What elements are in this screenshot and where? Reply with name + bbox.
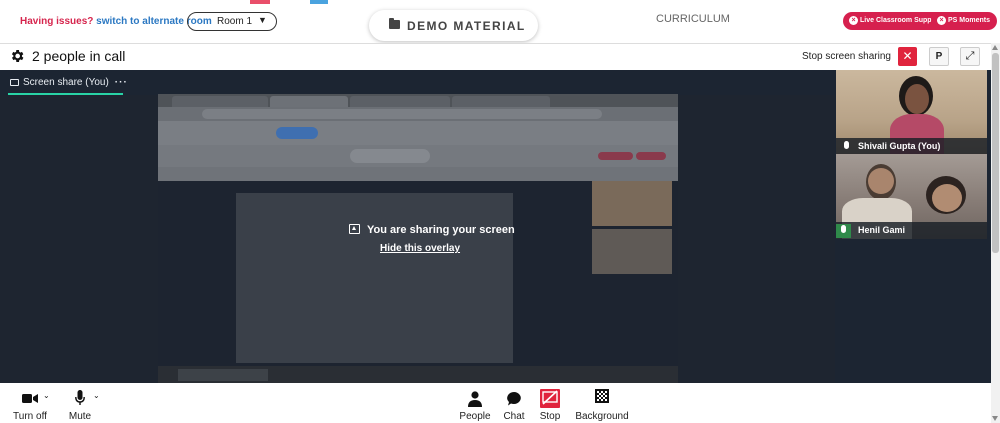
issue-prefix: Having issues? — [20, 16, 94, 27]
participant-name-label: Henil Gami — [836, 222, 987, 239]
scroll-down-arrow-icon[interactable] — [992, 416, 998, 421]
brand-stripes — [250, 0, 330, 4]
scrollbar-thumb[interactable] — [992, 53, 999, 253]
stop-label: Stop — [539, 411, 561, 422]
video-camera-icon — [22, 394, 38, 403]
microphone-icon — [75, 390, 85, 405]
close-icon: ✕ — [902, 49, 913, 63]
bottom-toolbar: ⌄ Turn off ⌄ Mute People Chat Stop Backg… — [0, 383, 995, 423]
shared-screen-preview: You are sharing your screen Hide this ov… — [158, 94, 678, 384]
screen-share-tab[interactable]: Screen share (You) ··· — [10, 77, 128, 88]
participant-name-label: Shivali Gupta (You) — [836, 138, 987, 155]
stop-screen-sharing-label: Stop screen sharing — [802, 51, 891, 62]
monitor-icon — [10, 79, 19, 86]
fullscreen-button[interactable]: ⤢ — [960, 47, 980, 66]
participant-tile[interactable]: Shivali Gupta (You) — [836, 70, 987, 155]
room-select-value: Room 1 — [217, 16, 253, 27]
live-support-label: Live Classroom Support — [860, 17, 941, 24]
chevron-down-icon[interactable]: ⌄ — [93, 391, 100, 400]
participant-name: Henil Gami — [858, 225, 906, 235]
screen-upload-icon — [349, 224, 360, 234]
settings-gear-icon[interactable] — [9, 48, 25, 64]
mute-button[interactable]: ⌄ Mute — [62, 383, 100, 423]
expand-icon: ⤢ — [965, 50, 975, 62]
demo-material-button[interactable]: DEMO MATERIAL — [369, 10, 538, 41]
page-scrollbar[interactable] — [991, 43, 1000, 423]
caret-down-icon: ▼ — [258, 15, 267, 25]
scroll-up-arrow-icon[interactable] — [992, 45, 998, 50]
screen-share-tab-label: Screen share (You) — [23, 77, 109, 88]
curriculum-link[interactable]: CURRICULUM — [656, 13, 730, 25]
stop-screen-share-icon — [540, 389, 560, 408]
background-label: Background — [575, 411, 629, 422]
issue-notice: Having issues? switch to alternate room — [20, 16, 212, 27]
sharing-overlay-title: You are sharing your screen — [349, 224, 515, 236]
camera-toggle-button[interactable]: ⌄ Turn off — [8, 383, 52, 423]
top-bar: Having issues? switch to alternate room … — [0, 0, 1000, 43]
close-circle-icon: × — [849, 16, 858, 25]
hide-overlay-link[interactable]: Hide this overlay — [380, 243, 460, 254]
pin-p-button[interactable]: P — [929, 47, 949, 66]
stop-share-button[interactable]: Stop — [533, 383, 567, 423]
folder-icon — [389, 18, 400, 29]
chat-label: Chat — [503, 411, 525, 422]
room-select[interactable]: Room 1 ▼ — [187, 12, 277, 31]
background-pattern-icon — [595, 389, 609, 403]
chevron-down-icon[interactable]: ⌄ — [43, 391, 50, 400]
stop-sharing-button[interactable]: ✕ — [898, 47, 917, 66]
person-icon — [468, 391, 482, 407]
ps-moments-button[interactable]: × PS Moments — [931, 12, 998, 30]
camera-toggle-label: Turn off — [13, 411, 47, 422]
chat-button[interactable]: Chat — [497, 383, 531, 423]
microphone-icon — [844, 141, 849, 149]
call-header: 2 people in call Stop screen sharing ✕ P… — [0, 43, 995, 70]
more-options-icon[interactable]: ··· — [115, 77, 128, 88]
call-stage: Screen share (You) ··· You are sharing yo… — [0, 70, 995, 384]
demo-material-label: DEMO MATERIAL — [407, 19, 526, 33]
background-button[interactable]: Background — [574, 383, 630, 423]
participant-tile[interactable]: Henil Gami — [836, 154, 987, 239]
people-button[interactable]: People — [455, 383, 495, 423]
chat-bubble-icon — [507, 392, 521, 406]
close-circle-icon: × — [937, 16, 946, 25]
participant-name: Shivali Gupta (You) — [858, 141, 941, 151]
sharing-overlay-title-text: You are sharing your screen — [367, 224, 515, 236]
people-count: 2 people in call — [32, 48, 126, 64]
sharing-overlay: You are sharing your screen Hide this ov… — [158, 94, 678, 384]
people-label: People — [459, 411, 491, 422]
ps-moments-label: PS Moments — [948, 17, 991, 24]
microphone-icon — [841, 225, 846, 233]
mute-label: Mute — [68, 411, 92, 422]
